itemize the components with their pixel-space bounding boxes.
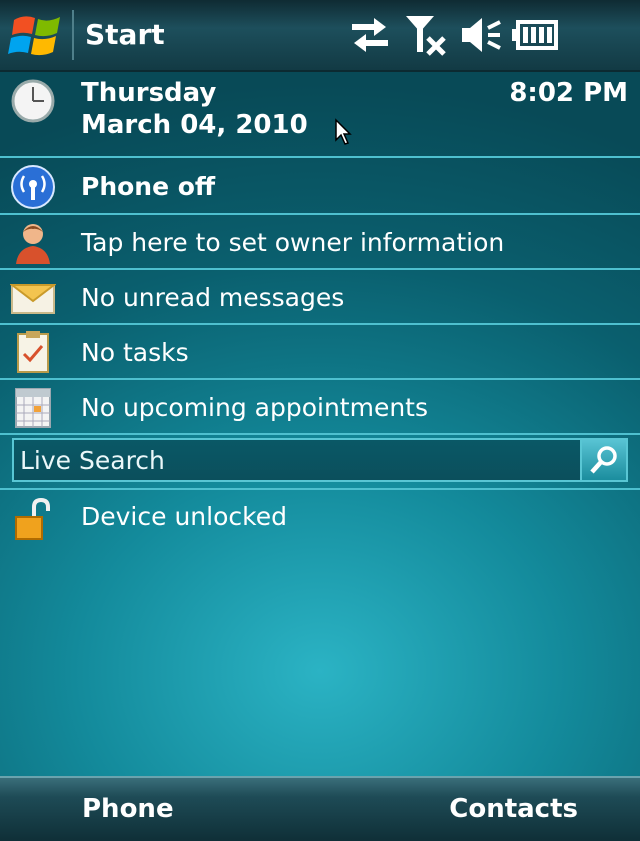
windows-logo-icon[interactable]	[8, 8, 66, 62]
volume-muted-icon[interactable]	[460, 14, 502, 56]
live-search-field[interactable]: Live Search	[12, 438, 628, 482]
divider	[0, 488, 640, 490]
device-lock-label: Device unlocked	[81, 502, 287, 531]
messages-label: No unread messages	[81, 283, 345, 312]
search-button[interactable]	[580, 440, 626, 480]
wireless-icon	[11, 165, 55, 209]
tasks-clipboard-icon	[17, 331, 49, 373]
messages-row[interactable]: No unread messages	[0, 270, 640, 325]
date-label: March 04, 2010	[81, 110, 308, 140]
live-search-input[interactable]: Live Search	[20, 446, 165, 475]
softkey-bar: Phone Contacts	[0, 776, 640, 841]
owner-icon	[16, 224, 50, 264]
clock-icon	[11, 79, 55, 123]
softkey-contacts[interactable]: Contacts	[449, 794, 578, 824]
time-label: 8:02 PM	[509, 78, 628, 108]
appointments-label: No upcoming appointments	[81, 393, 429, 422]
owner-info-label: Tap here to set owner information	[81, 228, 505, 257]
mouse-cursor-icon	[335, 118, 352, 145]
envelope-icon	[10, 284, 56, 314]
appointments-row[interactable]: No upcoming appointments	[0, 380, 640, 435]
taskbar-separator	[72, 10, 74, 60]
sync-icon[interactable]	[350, 14, 390, 56]
device-lock-row[interactable]: Device unlocked	[0, 492, 640, 547]
date-time-row[interactable]: Thursday March 04, 2010 8:02 PM	[0, 70, 640, 158]
tasks-row[interactable]: No tasks	[0, 325, 640, 380]
no-signal-icon[interactable]	[404, 14, 448, 56]
start-button[interactable]: Start	[85, 18, 165, 51]
search-icon	[590, 446, 617, 474]
tasks-label: No tasks	[81, 338, 189, 367]
calendar-icon	[15, 388, 51, 428]
phone-status-row[interactable]: Phone off	[0, 158, 640, 215]
battery-icon[interactable]	[512, 14, 558, 56]
unlocked-padlock-icon	[15, 497, 50, 540]
owner-info-row[interactable]: Tap here to set owner information	[0, 215, 640, 270]
phone-status-label: Phone off	[81, 172, 216, 201]
taskbar: Start	[0, 0, 640, 72]
softkey-phone[interactable]: Phone	[82, 794, 174, 824]
day-label: Thursday	[81, 78, 217, 108]
